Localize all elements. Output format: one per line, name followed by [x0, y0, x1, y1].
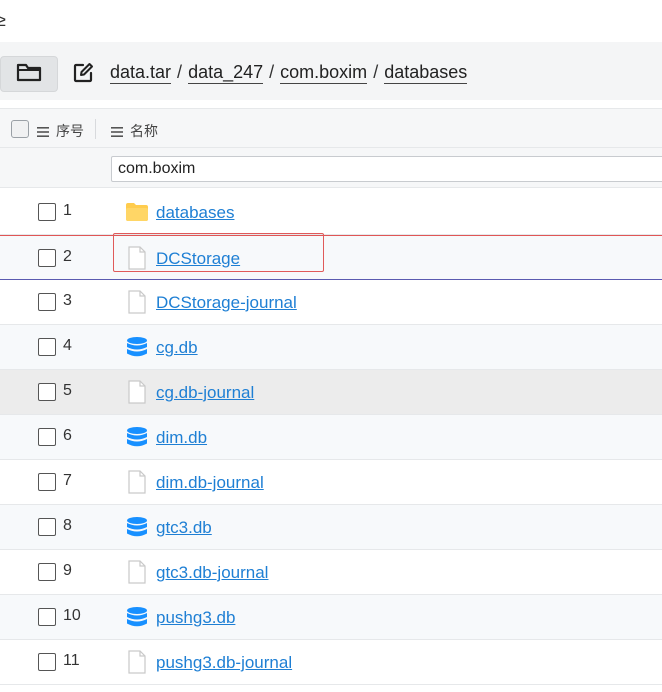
file-name-link[interactable]: pushg3.db	[156, 608, 235, 628]
row-number: 9	[63, 562, 72, 579]
table-row[interactable]: 3 DCStorage-journal	[0, 280, 662, 325]
file-name-link[interactable]: DCStorage	[156, 249, 240, 269]
edit-icon	[71, 61, 95, 90]
file-name-link[interactable]: pushg3.db-journal	[156, 653, 292, 673]
breadcrumb-separator: /	[373, 62, 379, 82]
row-checkbox[interactable]	[38, 473, 56, 491]
name-column-menu-icon[interactable]	[111, 124, 123, 142]
row-checkbox[interactable]	[38, 249, 56, 267]
breadcrumb-separator: /	[269, 62, 275, 82]
table-row[interactable]: 5 cg.db-journal	[0, 370, 662, 415]
file-icon	[125, 560, 149, 584]
file-name-link[interactable]: databases	[156, 203, 234, 223]
file-icon	[125, 470, 149, 494]
row-checkbox[interactable]	[38, 518, 56, 536]
folder-outline-icon	[16, 61, 42, 88]
file-name-link[interactable]: cg.db-journal	[156, 383, 254, 403]
row-number: 5	[63, 382, 72, 399]
seq-column-menu-icon[interactable]	[37, 124, 49, 142]
table-row[interactable]: 11 pushg3.db-journal	[0, 640, 662, 685]
row-checkbox[interactable]	[38, 608, 56, 626]
file-icon	[125, 650, 149, 674]
breadcrumb-item-com-boxim[interactable]: com.boxim	[280, 62, 368, 84]
breadcrumb-item-data-tar[interactable]: data.tar	[110, 62, 172, 84]
row-checkbox[interactable]	[38, 293, 56, 311]
row-checkbox[interactable]	[38, 203, 56, 221]
row-checkbox[interactable]	[38, 428, 56, 446]
breadcrumb: data.tar / data_247/com.boxim / databases	[110, 62, 468, 84]
table-row[interactable]: 9 gtc3.db-journal	[0, 550, 662, 595]
database-icon	[125, 515, 149, 539]
toolbar: data.tar / data_247/com.boxim / databases	[0, 42, 662, 100]
table-row[interactable]: 1 databases	[0, 190, 662, 235]
seq-column-header[interactable]: 序号	[56, 121, 84, 141]
file-name-link[interactable]: cg.db	[156, 338, 198, 358]
row-number: 7	[63, 472, 72, 489]
table-header: 序号 名称	[0, 108, 662, 148]
row-number: 4	[63, 337, 72, 354]
name-column-header[interactable]: 名称	[130, 121, 158, 141]
table-row[interactable]: 4 cg.db	[0, 325, 662, 370]
edit-path-button[interactable]	[68, 60, 98, 90]
file-name-link[interactable]: dim.db	[156, 428, 207, 448]
row-checkbox[interactable]	[38, 383, 56, 401]
row-number: 6	[63, 427, 72, 444]
folder-icon	[125, 200, 149, 224]
row-checkbox[interactable]	[38, 653, 56, 671]
file-name-link[interactable]: dim.db-journal	[156, 473, 264, 493]
row-number: 11	[63, 652, 80, 669]
file-icon	[125, 246, 149, 270]
file-list: 1 databases 2 DCStorage 3 DCStorage-jour…	[0, 190, 662, 685]
database-icon	[125, 425, 149, 449]
table-row[interactable]: 8 gtc3.db	[0, 505, 662, 550]
row-checkbox[interactable]	[38, 338, 56, 356]
row-number: 2	[63, 248, 72, 265]
column-divider[interactable]	[95, 119, 96, 139]
breadcrumb-item-data-247[interactable]: data_247	[188, 62, 264, 84]
database-icon	[125, 335, 149, 359]
row-number: 3	[63, 292, 72, 309]
table-row[interactable]: 2 DCStorage	[0, 235, 662, 280]
select-all-checkbox[interactable]	[11, 120, 29, 138]
file-name-link[interactable]: DCStorage-journal	[156, 293, 297, 313]
table-row[interactable]: 7 dim.db-journal	[0, 460, 662, 505]
table-row[interactable]: 10 pushg3.db	[0, 595, 662, 640]
row-number: 10	[63, 607, 81, 624]
file-name-link[interactable]: gtc3.db-journal	[156, 563, 268, 583]
file-icon	[125, 290, 149, 314]
file-icon	[125, 380, 149, 404]
name-filter-input[interactable]	[111, 156, 662, 182]
top-fragment-text: ≥	[0, 10, 6, 30]
breadcrumb-item-databases[interactable]: databases	[384, 62, 468, 84]
row-checkbox[interactable]	[38, 563, 56, 581]
breadcrumb-separator: /	[177, 62, 183, 82]
table-row[interactable]: 6 dim.db	[0, 415, 662, 460]
row-number: 1	[63, 202, 72, 219]
filter-row	[0, 148, 662, 188]
row-number: 8	[63, 517, 72, 534]
database-icon	[125, 605, 149, 629]
file-name-link[interactable]: gtc3.db	[156, 518, 212, 538]
open-folder-button[interactable]	[0, 56, 58, 92]
